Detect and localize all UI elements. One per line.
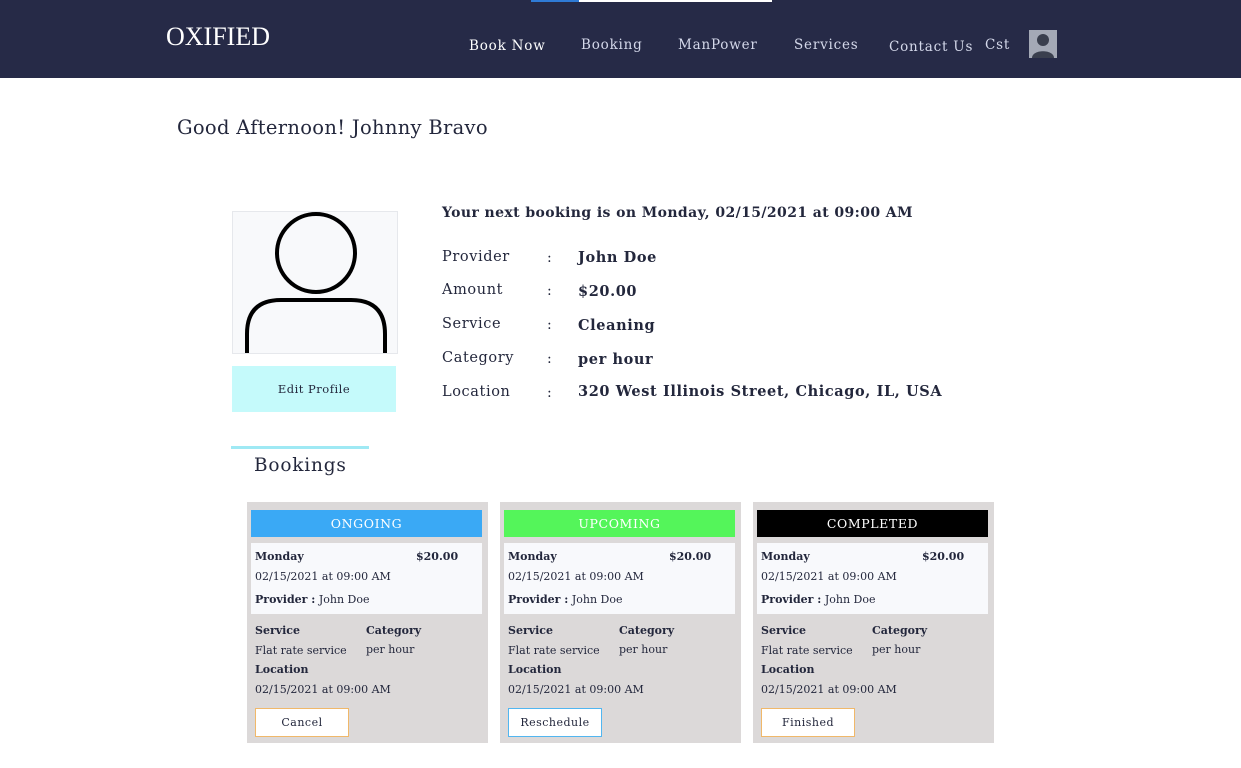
nav-booking[interactable]: Booking — [581, 37, 643, 53]
edit-profile-button[interactable]: Edit Profile — [232, 366, 396, 412]
provider-name: John Doe — [571, 593, 623, 606]
status-badge: ONGOING — [251, 510, 482, 537]
booking-datetime: 02/15/2021 at 09:00 AM — [761, 570, 897, 583]
provider-name: John Doe — [824, 593, 876, 606]
booking-amount: $20.00 — [922, 550, 965, 563]
booking-card-completed: COMPLETED Monday $20.00 02/15/2021 at 09… — [753, 502, 994, 743]
booking-summary-box: Monday $20.00 02/15/2021 at 09:00 AM Pro… — [757, 543, 988, 614]
provider-value: John Doe — [578, 249, 657, 266]
next-booking-title: Your next booking is on Monday, 02/15/20… — [442, 205, 913, 221]
booking-day: Monday — [255, 550, 304, 563]
top-accent-bar — [531, 0, 772, 2]
booking-day: Monday — [508, 550, 557, 563]
finished-button[interactable]: Finished — [761, 708, 855, 737]
category-label: Category — [442, 350, 515, 366]
location-label: Location — [761, 663, 815, 676]
service-label: Service — [442, 316, 502, 332]
top-accent-highlight — [531, 0, 579, 2]
location-value: 02/15/2021 at 09:00 AM — [255, 683, 391, 696]
category-value: per hour — [578, 351, 654, 368]
profile-picture — [232, 211, 398, 354]
booking-provider: Provider : John Doe — [255, 593, 370, 606]
service-value: Flat rate service — [761, 644, 853, 657]
status-badge: UPCOMING — [504, 510, 735, 537]
booking-card-upcoming: UPCOMING Monday $20.00 02/15/2021 at 09:… — [500, 502, 741, 743]
user-avatar-icon — [1029, 30, 1057, 58]
separator-colon: : — [547, 250, 552, 266]
separator-colon: : — [547, 351, 552, 367]
greeting-heading: Good Afternoon! Johnny Bravo — [177, 116, 488, 139]
location-label: Location — [442, 384, 511, 400]
location-label: Location — [508, 663, 562, 676]
tab-bookings[interactable]: Bookings — [254, 455, 347, 476]
service-label: Service — [255, 624, 301, 637]
provider-label: Provider — [442, 249, 510, 265]
nav-manpower[interactable]: ManPower — [678, 37, 758, 53]
tab-active-indicator — [231, 446, 369, 449]
separator-colon: : — [547, 385, 552, 401]
user-name-short[interactable]: Cst — [985, 37, 1010, 53]
avatar[interactable] — [1029, 30, 1057, 58]
location-value: 02/15/2021 at 09:00 AM — [761, 683, 897, 696]
location-label: Location — [255, 663, 309, 676]
amount-value: $20.00 — [578, 283, 638, 300]
category-value: per hour — [619, 643, 668, 656]
separator-colon: : — [547, 317, 552, 333]
user-placeholder-icon — [245, 212, 387, 353]
status-badge: COMPLETED — [757, 510, 988, 537]
nav-contact-us[interactable]: Contact Us — [889, 39, 973, 55]
booking-amount: $20.00 — [669, 550, 712, 563]
booking-card-ongoing: ONGOING Monday $20.00 02/15/2021 at 09:0… — [247, 502, 488, 743]
service-value: Flat rate service — [255, 644, 347, 657]
cancel-button[interactable]: Cancel — [255, 708, 349, 737]
separator-colon: : — [547, 283, 552, 299]
provider-label: Provider : — [761, 593, 822, 606]
logo[interactable]: OXIFIED — [166, 22, 270, 52]
booking-day: Monday — [761, 550, 810, 563]
provider-label: Provider : — [255, 593, 316, 606]
category-label: Category — [366, 624, 422, 637]
provider-label: Provider : — [508, 593, 569, 606]
location-value: 02/15/2021 at 09:00 AM — [508, 683, 644, 696]
amount-label: Amount — [442, 282, 504, 298]
service-value: Cleaning — [578, 317, 656, 334]
category-value: per hour — [366, 643, 415, 656]
booking-datetime: 02/15/2021 at 09:00 AM — [508, 570, 644, 583]
nav-book-now[interactable]: Book Now — [469, 38, 546, 54]
provider-name: John Doe — [318, 593, 370, 606]
service-label: Service — [761, 624, 807, 637]
booking-datetime: 02/15/2021 at 09:00 AM — [255, 570, 391, 583]
booking-amount: $20.00 — [416, 550, 459, 563]
nav-services[interactable]: Services — [794, 37, 859, 53]
booking-provider: Provider : John Doe — [761, 593, 876, 606]
booking-provider: Provider : John Doe — [508, 593, 623, 606]
category-label: Category — [619, 624, 675, 637]
category-value: per hour — [872, 643, 921, 656]
booking-summary-box: Monday $20.00 02/15/2021 at 09:00 AM Pro… — [504, 543, 735, 614]
service-value: Flat rate service — [508, 644, 600, 657]
reschedule-button[interactable]: Reschedule — [508, 708, 602, 737]
location-value: 320 West Illinois Street, Chicago, IL, U… — [578, 383, 943, 400]
top-navbar: OXIFIED Book Now Booking ManPower Servic… — [0, 0, 1241, 78]
category-label: Category — [872, 624, 928, 637]
booking-summary-box: Monday $20.00 02/15/2021 at 09:00 AM Pro… — [251, 543, 482, 614]
service-label: Service — [508, 624, 554, 637]
